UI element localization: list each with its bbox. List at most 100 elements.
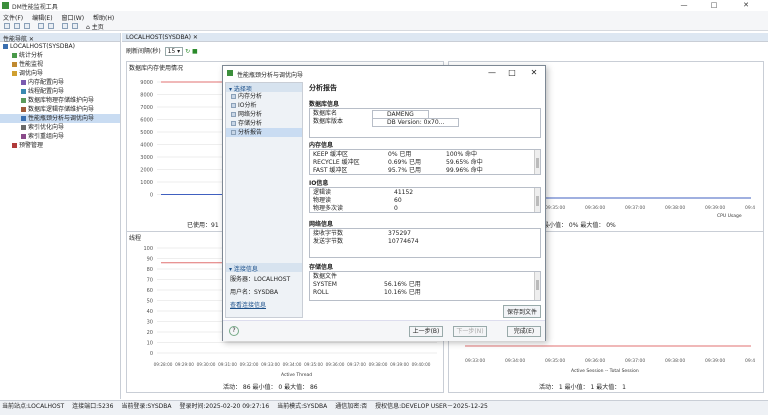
dialog-title: 性能瓶颈分析与调优向导: [237, 72, 304, 79]
save-icon[interactable]: [24, 23, 30, 29]
thread-status: 活动： 86 最小值： 0 最大值： 86: [223, 384, 318, 391]
x-tick-label: 09:33:00: [261, 362, 280, 367]
wizard-step[interactable]: IO分析: [226, 101, 302, 110]
wizard-step[interactable]: 内存分析: [226, 92, 302, 101]
report-cell: 100% 命中: [446, 151, 478, 158]
nav-item[interactable]: 性能瓶颈分析与调优向导: [0, 114, 120, 123]
dialog-close-button[interactable]: ✕: [527, 68, 541, 77]
nav-item-icon: [12, 62, 17, 67]
nav-item[interactable]: 性能监视: [0, 60, 120, 69]
scrollbar-thumb[interactable]: [536, 280, 539, 290]
stop-icon[interactable]: [72, 23, 78, 29]
apply-icon[interactable]: ■: [192, 48, 198, 55]
nav-item[interactable]: 内存配置向导: [0, 78, 120, 87]
view-connection-link[interactable]: 查看连接信息: [226, 298, 302, 311]
db-info-title: 数据库信息: [309, 101, 340, 108]
report-cell: 0% 已用: [388, 151, 412, 158]
nav-item[interactable]: 索引重组向导: [0, 132, 120, 141]
y-tick-label: 7000: [140, 105, 153, 111]
nav-item[interactable]: LOCALHOST(SYSDBA): [0, 42, 120, 51]
app-title: DM性能监视工具: [12, 4, 58, 11]
dialog-maximize-button[interactable]: □: [505, 68, 519, 77]
home-button[interactable]: ⌂ 主页: [86, 22, 104, 31]
status-license: 授权信息:DEVELOP USER－2025-12-25: [375, 403, 488, 410]
step-label: 网络分析: [238, 111, 263, 118]
wizard-step[interactable]: 分析报告: [226, 128, 302, 137]
dialog-minimize-button[interactable]: —: [485, 68, 499, 77]
report-row: 数据库版本 DB Version: 0x70...: [310, 118, 540, 127]
conn-section-header[interactable]: ▾ 连接信息: [226, 263, 302, 273]
scrollbar-thumb[interactable]: [536, 158, 539, 168]
report-row: SYSTEM 56.16% 已用: [310, 281, 540, 289]
memory-used-status: 已使用：91: [187, 222, 219, 229]
scrollbar[interactable]: [534, 272, 540, 300]
nav-item[interactable]: 数据库物理存储维护向导: [0, 96, 120, 105]
memory-chart-title: 数据库内存使用情况: [129, 65, 184, 72]
x-tick-label: 09:39:00: [390, 362, 409, 367]
refresh-icon[interactable]: ↻: [185, 48, 190, 55]
y-tick-label: 2000: [140, 168, 153, 174]
back-icon[interactable]: [38, 23, 44, 29]
title-bar: DM性能监视工具 — □ ✕: [0, 0, 768, 11]
x-tick-label: 09:36:00: [585, 205, 605, 211]
y-tick-label: 5000: [140, 130, 153, 136]
tab-performance-nav[interactable]: 性能导航 ✕: [0, 33, 120, 43]
save-to-file-button[interactable]: 保存到文件: [502, 305, 541, 318]
nav-item-icon: [21, 134, 26, 139]
minimize-button[interactable]: —: [674, 1, 694, 9]
wizard-step[interactable]: 网络分析: [226, 110, 302, 119]
nav-item[interactable]: 调优向导: [0, 69, 120, 78]
scrollbar-thumb[interactable]: [536, 196, 539, 206]
report-row: RECYCLE 缓冲区 0.69% 已用 59.65% 命中: [310, 159, 540, 167]
y-tick-label: 70: [147, 278, 153, 284]
wizard-steps-panel: ▾ 选择项 内存分析 IO分析 网络分析 存储分析 分析报告 ▾ 连接信息 服务器：LO…: [225, 82, 303, 318]
finish-button[interactable]: 完成(E): [507, 326, 541, 337]
wizard-step[interactable]: 存储分析: [226, 119, 302, 128]
new-icon[interactable]: [4, 23, 10, 29]
tab-localhost[interactable]: LOCALHOST(SYSDBA) ✕: [122, 33, 768, 42]
status-port: 连接端口:5236: [72, 403, 114, 410]
nav-item-icon: [21, 125, 26, 130]
report-cell: 发送字节数: [313, 238, 344, 245]
step-icon: [231, 94, 236, 99]
report-cell: 数据库版本: [313, 118, 344, 125]
maximize-button[interactable]: □: [704, 1, 724, 9]
nav-item[interactable]: 预警管理: [0, 141, 120, 150]
cpu-legend: CPU Usage: [717, 213, 742, 218]
refresh-select[interactable]: 15 ▾: [164, 47, 184, 56]
open-icon[interactable]: [14, 23, 20, 29]
nav-item-icon: [21, 116, 26, 121]
x-tick-label: 09:35:00: [545, 358, 565, 364]
x-tick-label: 09:35:00: [304, 362, 323, 367]
scrollbar[interactable]: [534, 188, 540, 212]
report-cell: SYSTEM: [313, 281, 337, 288]
y-tick-label: 1000: [140, 180, 153, 186]
nav-item[interactable]: 统计分析: [0, 51, 120, 60]
y-tick-label: 8000: [140, 93, 153, 99]
thread-chart-title: 线程: [129, 235, 142, 242]
forward-icon[interactable]: [48, 23, 54, 29]
x-tick-label: 09:32:00: [240, 362, 259, 367]
prev-button[interactable]: 上一步(B): [409, 326, 443, 337]
nav-item-label: 调优向导: [19, 70, 44, 77]
nav-item[interactable]: 线程配置向导: [0, 87, 120, 96]
x-tick-label: 09:30:00: [197, 362, 216, 367]
nav-item-label: 线程配置向导: [28, 88, 65, 95]
report-cell: 95.7% 已用: [388, 167, 421, 174]
nav-item[interactable]: 索引优化向导: [0, 123, 120, 132]
close-button[interactable]: ✕: [736, 1, 756, 9]
refresh-interval: 刷新间隔(秒) 15 ▾ ↻ ■: [126, 46, 198, 56]
steps-section-header[interactable]: ▾ 选择项: [226, 83, 302, 93]
x-tick-label: 09:36:00: [585, 358, 605, 364]
x-tick-label: 09:40:00: [745, 358, 755, 364]
refresh-icon[interactable]: [62, 23, 68, 29]
next-button[interactable]: 下一步(N): [453, 326, 487, 337]
help-icon[interactable]: ?: [229, 326, 239, 336]
nav-item[interactable]: 数据库逻辑存储维护向导: [0, 105, 120, 114]
net-info-box: 接收字节数 375297 发送字节数 10774674: [309, 228, 541, 258]
scrollbar[interactable]: [534, 150, 540, 174]
report-cell: 10774674: [388, 238, 419, 245]
cpu-status: 最小值： 0% 最大值： 0%: [543, 222, 616, 229]
report-row: KEEP 缓冲区 0% 已用 100% 命中: [310, 151, 540, 159]
nav-item-icon: [12, 53, 17, 58]
